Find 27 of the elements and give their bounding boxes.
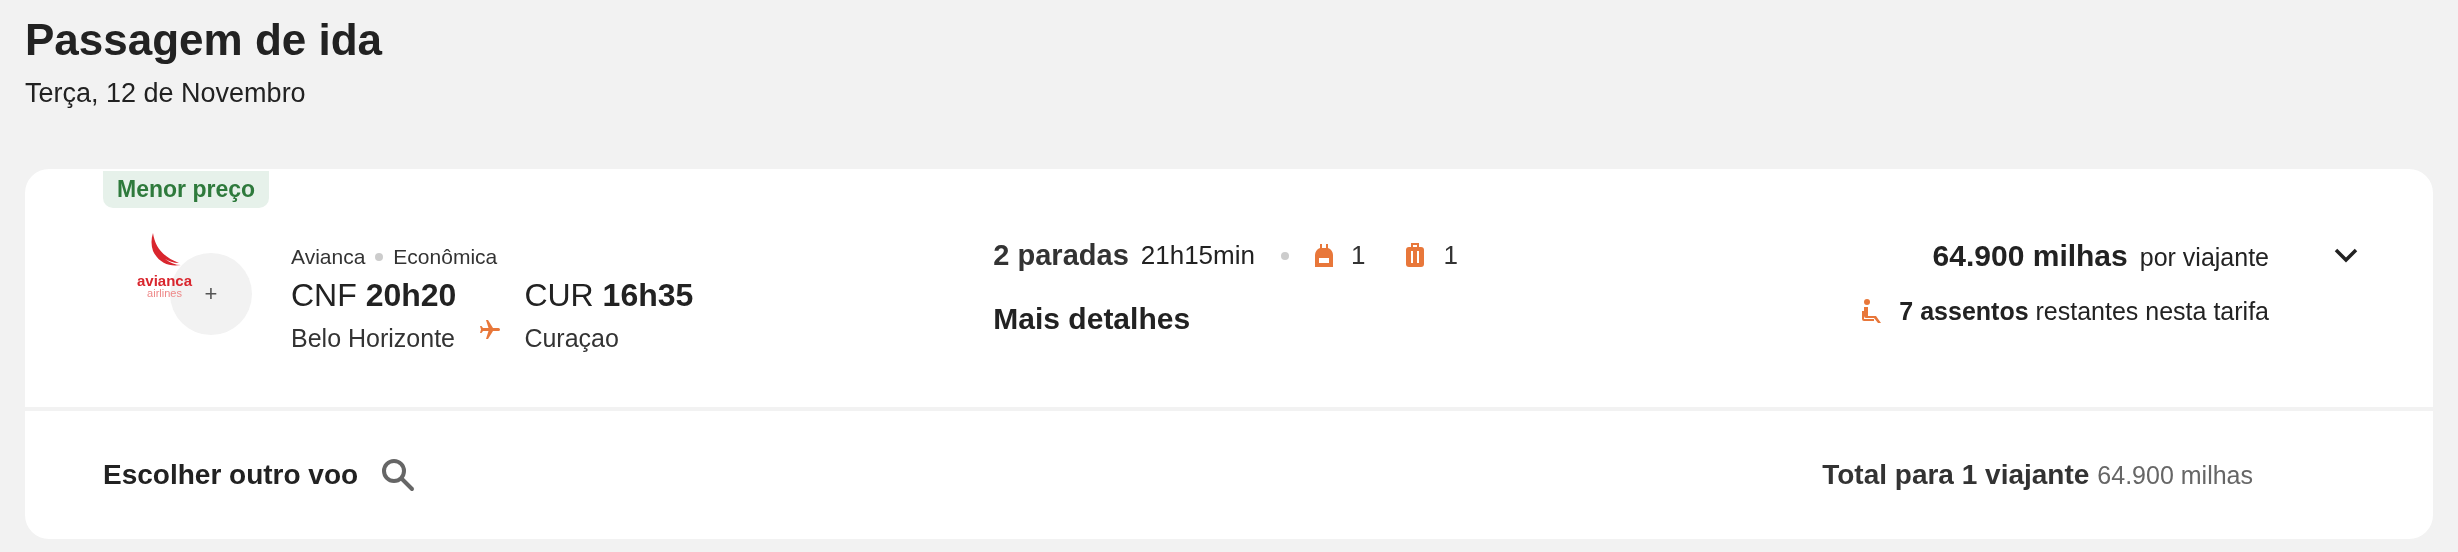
search-icon	[380, 457, 417, 493]
flight-date: Terça, 12 de Novembro	[25, 78, 307, 109]
lowest-price-badge: Menor preço	[103, 171, 270, 208]
price: 64.900 milhas	[1932, 239, 2128, 273]
airplane-icon	[478, 318, 503, 342]
baggage-count: 1	[1350, 240, 1366, 271]
departure-city: Belo Horizonte	[291, 324, 456, 353]
flight-duration: 21h15min	[1140, 240, 1255, 271]
seats-remaining: 7 assentos restantes nesta tarifa	[1899, 297, 2269, 326]
separator-dot	[1280, 251, 1289, 260]
airline-name: Avianca	[291, 245, 366, 269]
suitcase-icon	[1405, 242, 1426, 269]
baggage-count: 1	[1443, 240, 1458, 271]
backpack-icon	[1314, 242, 1333, 269]
total-value: 64.900 milhas	[2097, 460, 2253, 490]
airline-logo: avianca airlines	[137, 233, 193, 299]
arrival-city: Curaçao	[524, 324, 620, 353]
details-link[interactable]: Mais detalhes	[993, 302, 1486, 336]
page-title: Passagem de ida	[25, 14, 384, 66]
arrival-time: CUR 16h35	[524, 277, 694, 314]
price-unit: por viajante	[2139, 243, 2269, 272]
separator-dot	[375, 253, 384, 261]
stops-count: 2 paradas	[993, 239, 1129, 272]
choose-other-flight-button[interactable]: Escolher outro voo	[103, 457, 417, 493]
cabin-class: Econômica	[393, 245, 498, 269]
total-label: Total para 1 viajante	[1822, 459, 2090, 491]
departure-time: CNF 20h20	[291, 277, 457, 314]
